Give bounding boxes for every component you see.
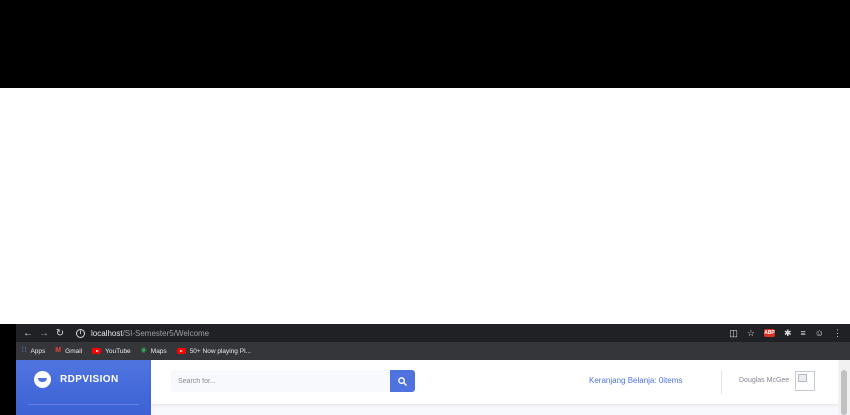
back-arrow-icon[interactable]: ← (20, 324, 36, 342)
puzzle-icon[interactable]: ✱ (784, 324, 792, 342)
search-input[interactable] (171, 370, 390, 392)
shopping-cart-link[interactable]: Keranjang Belanja: 0items (589, 376, 682, 385)
bookmark-label: Apps (30, 347, 46, 355)
brand-name: RDPVISION (60, 374, 119, 385)
blank-area (0, 88, 850, 324)
topbar-divider (721, 370, 722, 394)
sidebar: RDPVISION (16, 360, 151, 415)
maps-pin-icon: ◉ (140, 347, 147, 354)
site-info-icon[interactable]: i (76, 328, 85, 338)
top-black-band (0, 0, 850, 88)
extension-toolbar: ◫ ☆ ABP ✱ ≡ ☺ ⋮ (729, 324, 842, 342)
user-name[interactable]: Douglas McGee (739, 377, 789, 384)
menu-kebab-icon[interactable]: ⋮ (833, 324, 842, 342)
adblock-icon[interactable]: ABP (763, 329, 775, 337)
bookmark-label: 50+ Now playing Pl... (189, 347, 251, 355)
topbar: Keranjang Belanja: 0items Douglas McGee (151, 360, 850, 404)
reload-icon[interactable]: ↻ (52, 324, 68, 342)
bookmark-label: Gmail (65, 347, 83, 355)
search-icon (398, 376, 407, 386)
bookmark-label: Maps (150, 347, 167, 355)
youtube-icon (176, 348, 186, 354)
apps-grid-icon: ∷ (22, 347, 27, 354)
forward-arrow-icon[interactable]: → (36, 324, 52, 342)
address-bar-url[interactable]: localhost/SI-Semester5/Welcome (91, 329, 209, 338)
bookmark-youtube[interactable]: YouTube (92, 348, 131, 355)
search-form (171, 370, 415, 392)
laugh-wink-icon (34, 371, 51, 388)
bookmark-label: YouTube (105, 347, 131, 355)
sidebar-brand[interactable]: RDPVISION (34, 371, 119, 388)
gmail-icon: M (55, 347, 62, 354)
browser-window: ← → ↻ i localhost/SI-Semester5/Welcome ◫… (16, 324, 850, 415)
profile-icon[interactable]: ☺ (815, 324, 824, 342)
scrollbar-thumb[interactable] (841, 370, 847, 415)
playlist-icon[interactable]: ≡ (801, 324, 806, 342)
star-icon[interactable]: ☆ (747, 324, 755, 342)
page-scrollbar[interactable] (838, 360, 850, 415)
translate-icon[interactable]: ◫ (729, 324, 738, 342)
address-bar-row: ← → ↻ i localhost/SI-Semester5/Welcome ◫… (16, 324, 850, 342)
bookmarks-bar: ∷ Apps M Gmail YouTube ◉ Maps 50+ Now pl… (16, 342, 850, 360)
web-app: RDPVISION Keranjang Belanja: 0items Doug… (16, 360, 850, 415)
broken-image-icon[interactable] (795, 371, 815, 391)
search-button[interactable] (390, 370, 415, 392)
bookmark-now-playing[interactable]: 50+ Now playing Pl... (176, 347, 251, 355)
bookmark-gmail[interactable]: M Gmail (55, 347, 82, 355)
youtube-icon (92, 348, 102, 354)
url-path: /SI-Semester5/Welcome (122, 328, 210, 338)
bookmark-apps[interactable]: ∷ Apps (22, 347, 45, 355)
sidebar-divider (28, 404, 139, 405)
bookmark-maps[interactable]: ◉ Maps (141, 347, 167, 355)
url-host: localhost (91, 328, 123, 338)
